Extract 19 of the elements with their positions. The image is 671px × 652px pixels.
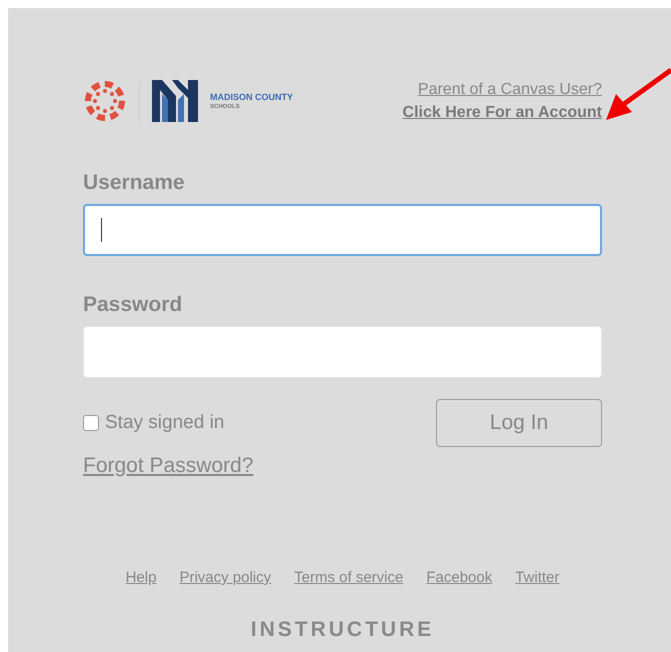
forgot-password-link[interactable]: Forgot Password?: [83, 450, 254, 481]
footer-link[interactable]: Terms of service: [294, 567, 404, 590]
arrow-annotation: [604, 66, 671, 122]
login-button[interactable]: Log In: [436, 399, 602, 447]
brand-wordmark: INSTRUCTURE: [250, 616, 434, 642]
input-field[interactable]: [83, 204, 602, 256]
canvas-logo-icon: [83, 79, 127, 123]
field-label: Password: [83, 292, 184, 318]
parent-link[interactable]: Parent of a Canvas User?: [418, 78, 602, 101]
footer-link[interactable]: Facebook: [426, 567, 492, 590]
footer-link[interactable]: Twitter: [515, 567, 560, 590]
footer-link[interactable]: Privacy policy: [179, 567, 272, 590]
checkbox-label: Stay signed in: [105, 411, 224, 435]
text-cursor: [101, 218, 102, 242]
district-name: MADISON COUNTY: [210, 92, 293, 102]
checkbox[interactable]: [83, 415, 99, 432]
field-label: Username: [83, 170, 186, 196]
footer-link[interactable]: Help: [126, 567, 156, 590]
account-link[interactable]: Click Here For an Account: [402, 101, 602, 124]
